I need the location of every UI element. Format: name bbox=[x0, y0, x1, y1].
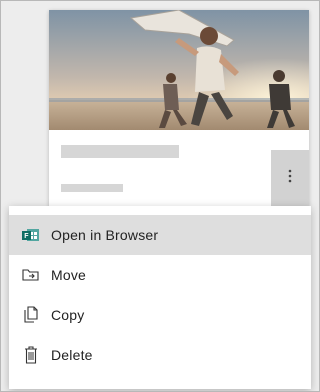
more-vertical-icon bbox=[288, 169, 292, 188]
menu-item-label: Copy bbox=[51, 307, 85, 323]
browser-app-icon: F bbox=[22, 226, 40, 244]
file-title-placeholder bbox=[61, 145, 179, 158]
app-frame: F Open in Browser Move Copy Delete bbox=[0, 0, 320, 392]
menu-item-label: Move bbox=[51, 267, 87, 283]
file-subtitle-placeholder bbox=[61, 184, 123, 192]
menu-item-copy[interactable]: Copy bbox=[9, 295, 311, 335]
file-thumbnail bbox=[49, 10, 309, 130]
menu-item-open-in-browser[interactable]: F Open in Browser bbox=[9, 215, 311, 255]
menu-item-label: Open in Browser bbox=[51, 227, 159, 243]
menu-item-move[interactable]: Move bbox=[9, 255, 311, 295]
move-icon bbox=[22, 266, 40, 284]
menu-item-delete[interactable]: Delete bbox=[9, 335, 311, 375]
menu-item-label: Delete bbox=[51, 347, 93, 363]
delete-icon bbox=[22, 346, 40, 364]
more-options-button[interactable] bbox=[271, 150, 309, 207]
context-menu: F Open in Browser Move Copy Delete bbox=[9, 206, 311, 389]
file-card[interactable] bbox=[49, 10, 309, 207]
svg-text:F: F bbox=[24, 233, 29, 240]
copy-icon bbox=[22, 306, 40, 324]
